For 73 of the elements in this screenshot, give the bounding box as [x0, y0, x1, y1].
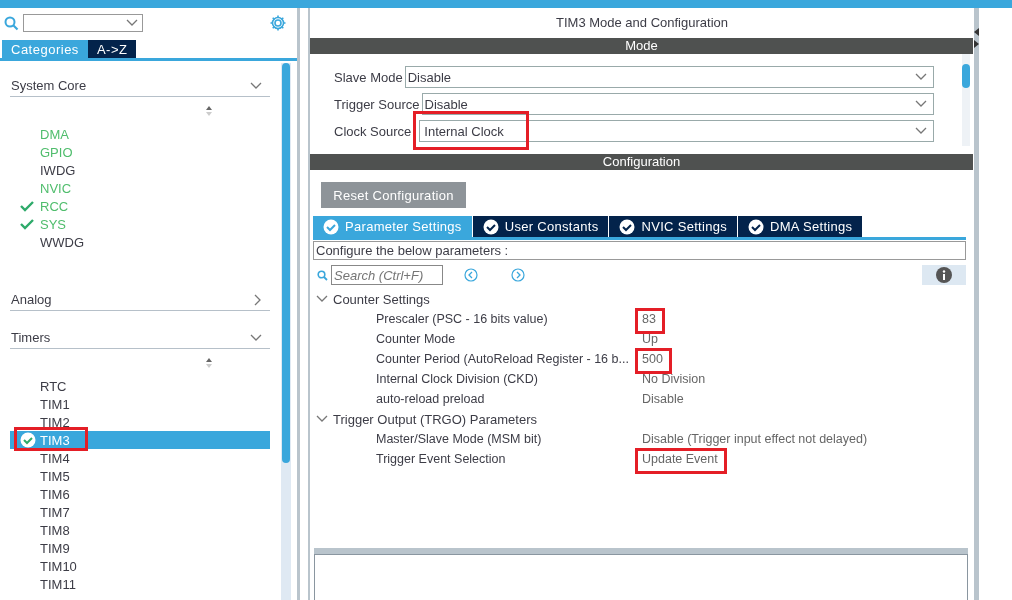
chevron-down-icon: [316, 415, 328, 423]
field-label: Trigger Source: [334, 96, 420, 112]
category-header[interactable]: Analog: [10, 289, 270, 311]
parameter-value[interactable]: Disable (Trigger input effect not delayed): [642, 432, 868, 446]
sort-icon[interactable]: [204, 105, 213, 117]
check-circle-icon: [482, 218, 499, 235]
field-label: Clock Source: [334, 123, 412, 139]
chevron-down-icon: [915, 73, 927, 81]
peripheral-item[interactable]: TIM6: [10, 485, 270, 503]
chevron-down-icon: [316, 295, 328, 303]
peripheral-item[interactable]: TIM11: [10, 575, 270, 593]
peripheral-item[interactable]: TIM8: [10, 521, 270, 539]
parameter-value[interactable]: 83: [642, 312, 656, 326]
chevron-down-icon: [915, 127, 927, 135]
check-circle-icon: [323, 218, 339, 235]
peripheral-item[interactable]: TIM10: [10, 557, 270, 575]
gear-icon[interactable]: [269, 14, 287, 32]
search-icon: [317, 269, 328, 281]
info-icon: [936, 267, 952, 283]
config-tab[interactable]: DMA Settings: [738, 216, 863, 237]
scrollbar-thumb[interactable]: [282, 63, 290, 463]
view-tab[interactable]: A->Z: [87, 40, 137, 58]
parameter-value[interactable]: 500: [642, 352, 663, 366]
peripheral-item[interactable]: TIM9: [10, 539, 270, 557]
parameter-value[interactable]: Update Event: [642, 452, 718, 466]
parameter-name: Internal Clock Division (CKD): [376, 372, 539, 386]
check-circle-icon: [619, 218, 636, 235]
field-label: Slave Mode: [334, 69, 403, 85]
info-button[interactable]: [922, 265, 966, 285]
section-header: Mode: [310, 38, 973, 54]
scrollbar-thumb[interactable]: [962, 64, 970, 88]
chevron-down-icon: [250, 81, 262, 90]
previous-icon[interactable]: [464, 268, 478, 282]
tree-group[interactable]: Trigger Output (TRGO) Parameters: [316, 409, 974, 429]
tree-group[interactable]: Counter Settings: [316, 289, 974, 309]
panel-title: TIM3 Mode and Configuration: [555, 14, 729, 32]
search-combo[interactable]: [23, 14, 143, 32]
config-tab[interactable]: NVIC Settings: [609, 216, 738, 237]
mode-dropdown[interactable]: Disable: [421, 93, 934, 115]
parameter-name: Master/Slave Mode (MSM bit): [376, 432, 543, 446]
parameter-name: Trigger Event Selection: [376, 452, 507, 466]
peripheral-item[interactable]: TIM2: [10, 413, 270, 431]
parameter-name: auto-reload preload: [376, 392, 486, 406]
peripheral-item[interactable]: WWDG: [10, 233, 270, 251]
peripheral-item[interactable]: TIM1: [10, 395, 270, 413]
peripheral-item[interactable]: IWDG: [10, 161, 270, 179]
mode-dropdown[interactable]: Disable: [404, 66, 934, 88]
peripheral-item[interactable]: TIM5: [10, 467, 270, 485]
parameter-value[interactable]: No Division: [642, 372, 706, 386]
hint-field: Configure the below parameters :: [313, 241, 966, 260]
check-circle-icon: [748, 218, 765, 235]
chevron-down-icon: [915, 100, 927, 108]
search-icon: [4, 15, 19, 31]
parameter-name: Prescaler (PSC - 16 bits value): [376, 312, 549, 326]
section-header: Configuration: [310, 154, 973, 170]
peripheral-item[interactable]: TIM7: [10, 503, 270, 521]
mode-dropdown[interactable]: Internal Clock: [419, 120, 934, 142]
category-header[interactable]: System Core: [10, 75, 270, 97]
peripheral-item[interactable]: TIM4: [10, 449, 270, 467]
parameter-value[interactable]: Up: [642, 332, 658, 346]
config-tab[interactable]: User Constants: [472, 216, 609, 237]
next-icon[interactable]: [511, 268, 525, 282]
peripheral-item[interactable]: RTC: [10, 377, 270, 395]
parameter-name: Counter Period (AutoReload Register - 16 b...: [376, 352, 630, 366]
category-header[interactable]: Timers: [10, 327, 270, 349]
parameter-value[interactable]: Disable: [642, 392, 684, 406]
chevron-down-icon: [250, 333, 262, 342]
collapse-arrow-icon[interactable]: [974, 26, 979, 48]
sort-icon[interactable]: [204, 357, 213, 369]
chevron-right-icon: [254, 293, 262, 306]
parameter-name: Counter Mode: [376, 332, 457, 346]
chevron-down-icon: [126, 19, 138, 27]
search-field[interactable]: Search (Ctrl+F): [331, 265, 443, 285]
